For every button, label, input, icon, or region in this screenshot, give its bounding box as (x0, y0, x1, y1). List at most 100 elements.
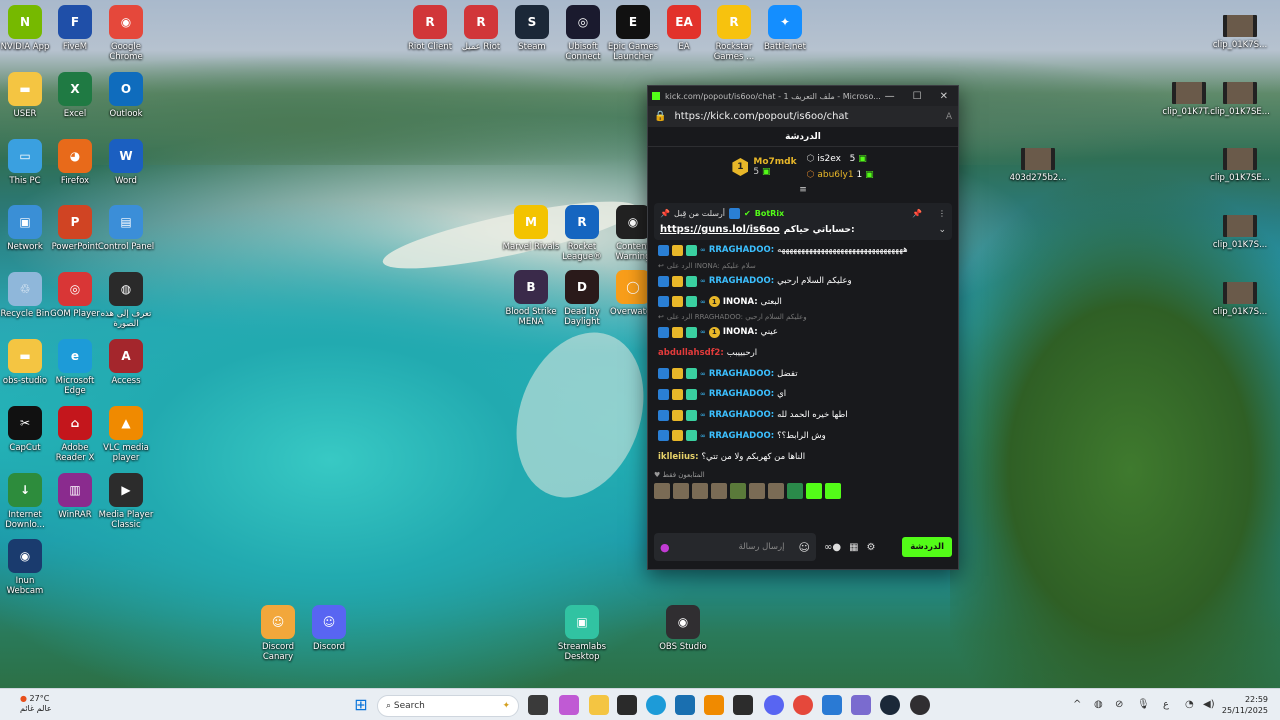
chat-message[interactable]: ∞ 1 INONA: عيني (658, 322, 948, 343)
chevron-down-icon[interactable]: ⌄ (938, 225, 946, 235)
chat-message[interactable]: ∞ RRAGHADOO: اي (658, 384, 948, 405)
task-view-icon[interactable] (528, 695, 548, 715)
app-icon: R (464, 5, 498, 39)
send-button[interactable]: الدردشة (902, 537, 952, 557)
maximize-button[interactable]: ☐ (913, 91, 922, 102)
reply-indicator[interactable]: ↩ الرد على INONA: سلام عليكم (658, 261, 948, 271)
copilot-icon[interactable] (559, 695, 579, 715)
edge-icon[interactable] (646, 695, 666, 715)
desktop-icon[interactable]: A Access (91, 339, 161, 386)
emote[interactable] (787, 482, 803, 499)
settings-icon[interactable]: ⚙ (867, 542, 876, 553)
video-file-icon[interactable]: clip_01K7SE... (1205, 148, 1275, 183)
app-icon[interactable] (822, 695, 842, 715)
collapse-icon[interactable]: ≡ (648, 186, 958, 195)
chat-message[interactable]: ∞ RRAGHADOO: وعليكم السلام ارحبي (658, 271, 948, 292)
chat-message[interactable]: ∞ RRAGHADOO: ههههههههههههههههههههههههههههه… (658, 240, 948, 261)
obs-icon[interactable] (910, 695, 930, 715)
volume-icon[interactable]: ◀) (1203, 699, 1215, 710)
tray-app-icon[interactable]: ◍ (1094, 699, 1103, 710)
chevron-up-icon[interactable]: ^ (1073, 699, 1081, 710)
chat-username[interactable]: RRAGHADOO: (709, 389, 774, 399)
pinned-link[interactable]: https://guns.lol/is6oo (660, 224, 780, 235)
video-file-icon[interactable]: clip_01K7S... (1205, 15, 1275, 50)
chat-username[interactable]: INONA: (723, 297, 758, 307)
video-file-icon[interactable]: clip_01K7S... (1205, 215, 1275, 250)
weather-widget[interactable]: ● 27°C عالم غائم (20, 694, 52, 714)
emote[interactable] (673, 482, 689, 499)
desktop-icon[interactable]: ☺ Discord (294, 605, 364, 652)
emote[interactable] (711, 482, 727, 499)
chat-username[interactable]: INONA: (723, 327, 758, 337)
leader-second-name[interactable]: is2ex (817, 154, 841, 164)
chat-message[interactable]: iklleiius: الناها من كهربكم ولا من تتي؟ (658, 446, 948, 467)
emote[interactable] (654, 482, 670, 499)
read-aloud-icon[interactable]: A (946, 112, 952, 122)
desktop-icon[interactable]: ▣ Streamlabs Desktop (547, 605, 617, 662)
pinned-bot-name[interactable]: BotRix (755, 209, 784, 218)
search-box[interactable]: ⌕ Search ✦ (377, 695, 519, 717)
language-indicator[interactable]: ع (1163, 699, 1169, 710)
close-button[interactable]: ✕ (940, 91, 948, 102)
video-file-icon[interactable]: clip_01K7S... (1205, 282, 1275, 317)
desktop-icon[interactable]: W Word (91, 138, 161, 186)
emote[interactable] (692, 482, 708, 499)
chat-message[interactable]: ∞ 1 INONA: البعتى (658, 291, 948, 312)
chat-username[interactable]: iklleiius: (658, 452, 699, 462)
microphone-icon[interactable]: ● (660, 541, 670, 554)
desktop-icon[interactable]: ▶ Media Player Classic (91, 472, 161, 530)
desktop-icon[interactable]: ◉ Inun Webcam (0, 539, 60, 596)
emote[interactable] (825, 482, 841, 499)
store-icon[interactable]: ▦ (849, 542, 858, 553)
chat-username[interactable]: RRAGHADOO: (709, 431, 774, 441)
chat-message[interactable]: abdullahsdf2: ارحبييبب (658, 343, 948, 364)
desktop-icon[interactable]: ◉ OBS Studio (648, 605, 718, 652)
video-file-icon[interactable]: 403d275b2... (1003, 148, 1073, 183)
cashtag-icon[interactable]: ∞● (824, 542, 841, 553)
more-options-icon[interactable]: ⋮ (938, 209, 946, 218)
start-button[interactable]: ⊞ (351, 695, 371, 715)
unpin-icon[interactable]: 📌 (912, 209, 922, 218)
reply-indicator[interactable]: ↩ الرد على RRAGHADOO: وعليكم السلام ارحبي (658, 312, 948, 322)
steam-icon[interactable] (880, 695, 900, 715)
vlc-icon[interactable] (704, 695, 724, 715)
leader-first-name[interactable]: Mo7mdk (753, 157, 796, 167)
address-bar[interactable]: 🔒 https://kick.com/popout/is6oo/chat A (648, 106, 958, 127)
chat-message[interactable]: ∞ RRAGHADOO: وش الرابط؟؟ (658, 426, 948, 447)
chat-username[interactable]: abdullahsdf2: (658, 348, 724, 358)
title-bar[interactable]: kick.com/popout/is6oo/chat - ملف التعريف… (648, 86, 958, 106)
desktop-icon[interactable]: ◍ تعرف إلى هذه الصورة (91, 272, 161, 329)
file-explorer-icon[interactable] (589, 695, 609, 715)
desktop-icon[interactable]: ✦ Battle.net (750, 5, 820, 52)
emote[interactable] (730, 482, 746, 499)
store-app-icon[interactable] (675, 695, 695, 715)
chat-input[interactable]: ● إرسال رسالة ☺ (654, 533, 816, 561)
app-icon[interactable] (733, 695, 753, 715)
clock[interactable]: 22:59 25/11/2025 (1222, 694, 1268, 716)
tray-app-icon[interactable]: ⊘ (1115, 699, 1123, 710)
leader-third-name[interactable]: abu6ly1 (817, 170, 853, 180)
wifi-icon[interactable]: ◔ (1185, 699, 1194, 710)
discord-icon[interactable] (764, 695, 784, 715)
chat-username[interactable]: RRAGHADOO: (709, 369, 774, 379)
chat-username[interactable]: RRAGHADOO: (709, 410, 774, 420)
chat-username[interactable]: RRAGHADOO: (709, 245, 774, 255)
chat-message[interactable]: ∞ RRAGHADOO: تفضل (658, 363, 948, 384)
app-icon[interactable] (617, 695, 637, 715)
microphone-tray-icon[interactable]: 🎙 (1137, 699, 1150, 710)
chat-message[interactable]: ∞ RRAGHADOO: اطها خيره الحمد لله (658, 405, 948, 426)
emote[interactable] (806, 482, 822, 499)
url-text[interactable]: https://kick.com/popout/is6oo/chat (674, 111, 848, 122)
video-file-icon[interactable]: clip_01K7SE... (1205, 82, 1275, 117)
emote[interactable] (749, 482, 765, 499)
app-icon[interactable] (851, 695, 871, 715)
desktop-icon[interactable]: ▤ Control Panel (91, 205, 161, 252)
desktop-icon[interactable]: O Outlook (91, 71, 161, 119)
desktop-icon[interactable]: ◉ Google Chrome (91, 5, 161, 62)
chrome-icon[interactable] (793, 695, 813, 715)
desktop-icon[interactable]: ▲ VLC media player (91, 405, 161, 463)
chat-username[interactable]: RRAGHADOO: (709, 276, 774, 286)
emoji-icon[interactable]: ☺ (799, 541, 810, 554)
emote[interactable] (768, 482, 784, 499)
minimize-button[interactable]: — (885, 91, 895, 102)
